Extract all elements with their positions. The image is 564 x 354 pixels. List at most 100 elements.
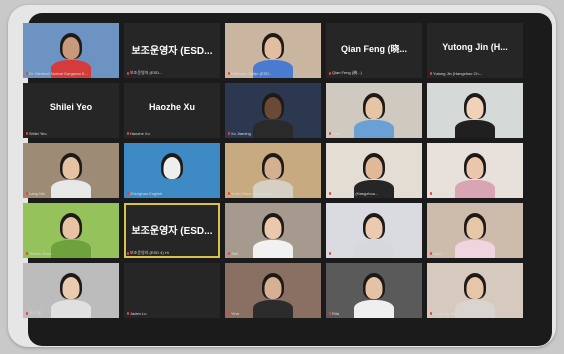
participant-tile[interactable]: Yichen Zhou (23, 203, 119, 258)
participant-face (466, 217, 484, 239)
participant-tile[interactable]: Hanbyeo Taejin (ESD... (225, 23, 321, 78)
mic-muted-icon (26, 192, 28, 195)
mic-muted-icon (329, 71, 331, 75)
participant-display-name: Haozhe Xu (148, 102, 195, 112)
participant-face (466, 97, 484, 119)
participant-name-text: Lang Nie (29, 191, 46, 196)
participant-tile[interactable] (427, 83, 523, 138)
participant-tile[interactable]: Qian Feng (晓... Qian Feng (晓...) (326, 23, 422, 78)
participant-tile[interactable]: Shilei Yeo Shilei Yeo (23, 83, 119, 138)
participant-name-text: Liam (433, 251, 442, 256)
participant-face (264, 277, 282, 299)
participant-tile[interactable]: Qian Ling (326, 203, 422, 258)
participant-tile[interactable]: Yuna (326, 83, 422, 138)
participant-name-text: Zhaojing Xia (Hangzhou... (332, 191, 379, 196)
participant-name-label: Zhaojing Xia (Hangzhou... (329, 191, 419, 196)
participant-name-label: Yina (228, 311, 318, 316)
participant-name-label: Dr. Mehmet Nurhat Gargarao K... (26, 71, 116, 76)
participant-tile[interactable]: Lang Nie (23, 143, 119, 198)
participant-face (466, 157, 484, 179)
participant-face (264, 157, 282, 179)
participant-tile[interactable]: Xu Jiaming (225, 83, 321, 138)
mic-muted-icon (228, 132, 230, 135)
participant-video (225, 83, 321, 138)
participant-tile[interactable]: 보조운영자 (ESD... 보조운영자 (ESD... (124, 23, 220, 78)
participant-face (163, 157, 181, 179)
participant-tile[interactable]: Jiali (225, 203, 321, 258)
mic-muted-icon (430, 252, 432, 255)
mic-muted-icon (26, 252, 28, 255)
participant-tile[interactable]: Yuxin Shen (Hangzhou... (225, 143, 321, 198)
participant-video (326, 203, 422, 258)
participant-display-name: Yutong Jin (H... (442, 42, 508, 52)
participant-name-text: Yuna (332, 131, 342, 136)
participant-name-text: Shilei Yeo (29, 131, 47, 136)
participant-tile[interactable]: Cingrong Wei (427, 263, 523, 318)
mic-muted-icon (329, 252, 331, 255)
participant-face (62, 37, 80, 59)
participant-tile[interactable]: Zhaojing Xia (Hangzhou... (326, 143, 422, 198)
participant-tile[interactable]: 보조운영자 (ESD... 보조운영자 (ESD 4) Hi (124, 203, 220, 258)
mic-muted-icon (430, 312, 432, 315)
participant-tile[interactable]: Haozhe Xu Haozhe Xu (124, 83, 220, 138)
participant-name-label: Shilei Yeo (26, 131, 116, 136)
participant-face (466, 277, 484, 299)
participant-name-label: Zhenghao English (127, 191, 217, 196)
participant-name-text: Jiali (231, 251, 238, 256)
participant-name-text: Xu Jiaming (231, 131, 251, 136)
participant-tile[interactable]: Dr. Mehmet Nurhat Gargarao K... (23, 23, 119, 78)
participant-name-label: Jaden Lu (127, 311, 217, 316)
participant-face (365, 277, 383, 299)
participant-face (365, 97, 383, 119)
participant-name-text: Yuxin Shen (Hangzhou... (231, 191, 276, 196)
participant-video (326, 263, 422, 318)
mic-muted-icon (329, 192, 331, 195)
participant-tile[interactable]: Liam (427, 203, 523, 258)
mic-muted-icon (430, 72, 432, 75)
participant-video (326, 143, 422, 198)
participant-tile[interactable]: Yina (225, 263, 321, 318)
participant-name-text: Haozhe Xu (130, 131, 150, 136)
participant-tile[interactable]: Yuan Yu (427, 143, 523, 198)
participant-name-label: Rita (329, 311, 419, 316)
participant-tile[interactable]: Jaden Lu (124, 263, 220, 318)
participant-face (264, 97, 282, 119)
participant-name-text: Hanbyeo Taejin (ESD... (231, 71, 273, 76)
participant-name-label: Yutong Jin (Hangzhou Ch... (430, 71, 520, 76)
participant-video (225, 143, 321, 198)
participant-video (23, 203, 119, 258)
participant-name-label: Liam (430, 251, 520, 256)
participant-video (225, 263, 321, 318)
participant-tile[interactable]: Rita (326, 263, 422, 318)
participant-name-text: 王小宝 (29, 310, 41, 315)
participant-name-label: Yuxin Shen (Hangzhou... (228, 191, 318, 196)
participant-name-label: Hanbyeo Taejin (ESD... (228, 71, 318, 76)
participant-video (427, 83, 523, 138)
mic-muted-icon (127, 312, 129, 315)
participant-face (62, 277, 80, 299)
participant-display-name: 보조운영자 (ESD... (131, 46, 213, 57)
participant-name-label: Haozhe Xu (127, 131, 217, 136)
participant-tile[interactable]: Yutong Jin (H... Yutong Jin (Hangzhou Ch.… (427, 23, 523, 78)
mic-muted-icon (26, 72, 28, 75)
participant-display-name: Shilei Yeo (49, 102, 93, 112)
mic-muted-icon (228, 252, 230, 255)
participant-name-text: 보조운영자 (ESD 4) Hi (130, 250, 169, 255)
mic-muted-icon (26, 132, 28, 135)
mic-muted-icon (26, 311, 28, 315)
mic-muted-icon (228, 192, 230, 195)
participant-name-label: Qian Feng (晓...) (329, 70, 419, 76)
participant-name-text: Qian Ling (332, 251, 350, 256)
participant-video (23, 143, 119, 198)
participant-name-text: Qian Feng (晓...) (332, 70, 362, 75)
participant-name-label: 보조운영자 (ESD 4) Hi (127, 250, 217, 256)
participant-face (62, 157, 80, 179)
mic-muted-icon (329, 132, 331, 135)
participant-name-label: Jiali (228, 251, 318, 256)
participant-tile[interactable]: 王小宝 (23, 263, 119, 318)
participant-tile[interactable]: Zhenghao English (124, 143, 220, 198)
mic-muted-icon (430, 192, 432, 195)
participant-name-text: Yichen Zhou (29, 251, 52, 256)
participant-name-label: 王小宝 (26, 310, 116, 316)
mic-muted-icon (127, 192, 129, 195)
